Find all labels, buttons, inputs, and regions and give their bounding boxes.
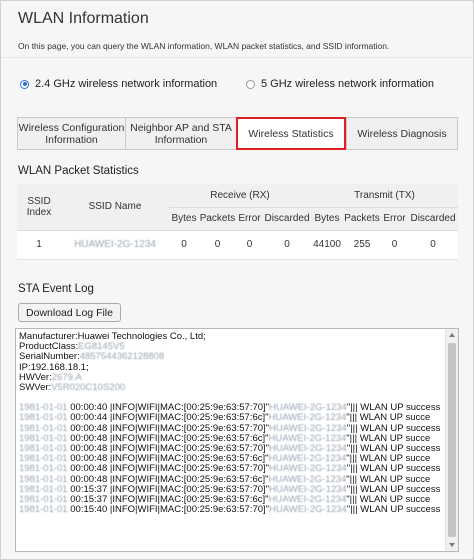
tab-neighbor-ap-sta[interactable]: Neighbor AP and STA Information [125,117,236,150]
col-ssid-index: SSID Index [17,184,61,231]
table-row: 1 HUAWEI-2G-1234 0 0 0 0 44100 255 0 0 [17,230,458,260]
log-scrollbar[interactable] [445,329,458,551]
col-tx-discarded: Discarded [408,207,458,231]
col-rx-discarded: Discarded [263,207,311,231]
col-rx-error: Error [236,207,263,231]
cell-ssid-name: HUAWEI-2G-1234 [61,230,169,260]
col-rx-bytes: Bytes [169,207,199,231]
event-log-content: Manufacturer:Huawei Technologies Co., Lt… [19,332,442,515]
cell-ssid-index: 1 [17,230,61,260]
arrow-up-icon[interactable] [449,333,455,337]
log-header-line: SerialNumber:4857544362128808 [19,351,165,363]
cell-tx-error: 0 [381,230,408,260]
packet-stats-title: WLAN Packet Statistics [18,165,139,177]
download-log-button[interactable]: Download Log File [18,303,121,322]
event-log-title: STA Event Log [18,283,94,295]
header-divider [1,57,473,58]
col-tx-error: Error [381,207,408,231]
cell-rx-packets: 0 [199,230,236,260]
log-header-line: SWVer:V5R020C10S200 [19,382,126,394]
log-entry-line: 1981-01-01 00:15:40 |INFO|WIFI|MAC:[00:2… [19,504,441,516]
log-header-line: IP:192.168.18.1; [19,361,89,373]
event-log-textarea[interactable]: Manufacturer:Huawei Technologies Co., Lt… [15,328,459,552]
cell-rx-error: 0 [236,230,263,260]
col-tx-bytes: Bytes [311,207,343,231]
cell-rx-discarded: 0 [263,230,311,260]
col-ssid-name: SSID Name [61,184,169,231]
cell-tx-discarded: 0 [408,230,458,260]
arrow-down-icon[interactable] [449,543,455,547]
wlan-information-panel: WLAN Information On this page, you can q… [0,0,474,560]
packet-stats-table: SSID Index SSID Name Receive (RX) Transm… [17,184,458,260]
radio-5g-button[interactable] [246,79,255,89]
radio-2g-option[interactable]: 2.4 GHz wireless network information [20,78,217,90]
radio-2g-label[interactable]: 2.4 GHz wireless network information [35,78,217,90]
tab-wireless-statistics[interactable]: Wireless Statistics [236,117,346,150]
page-description: On this page, you can query the WLAN inf… [18,41,390,51]
tab-wireless-configuration[interactable]: Wireless Configuration Information [17,117,125,150]
scrollbar-thumb[interactable] [448,343,456,537]
col-group-receive: Receive (RX) [169,184,311,208]
col-tx-packets: Packets [343,207,381,231]
col-rx-packets: Packets [199,207,236,231]
cell-tx-packets: 255 [343,230,381,260]
cell-tx-bytes: 44100 [311,230,343,260]
radio-5g-option[interactable]: 5 GHz wireless network information [246,78,434,90]
radio-2g-button[interactable] [20,79,29,89]
cell-rx-bytes: 0 [169,230,199,260]
tab-bar: Wireless Configuration Information Neigh… [17,117,458,150]
tab-wireless-diagnosis[interactable]: Wireless Diagnosis [346,117,458,150]
radio-5g-label[interactable]: 5 GHz wireless network information [261,78,434,90]
page-title: WLAN Information [18,10,149,27]
col-group-transmit: Transmit (TX) [311,184,458,208]
